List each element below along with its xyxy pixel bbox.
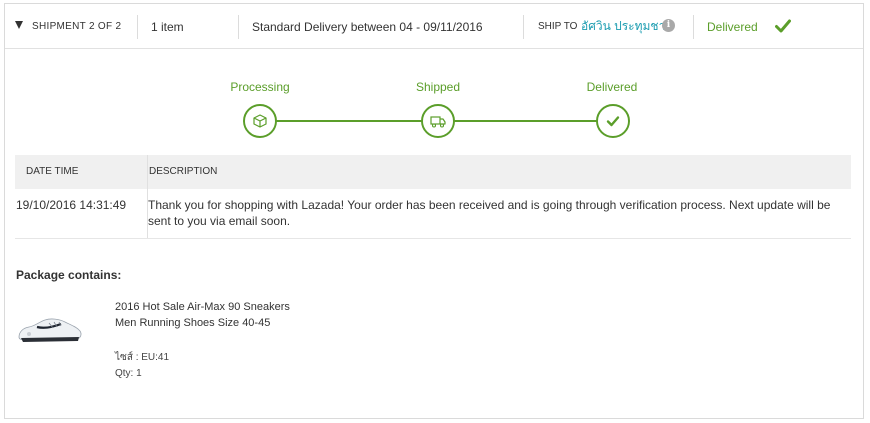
collapse-caret-icon[interactable] xyxy=(15,21,23,29)
column-header-datetime: DATE TIME xyxy=(26,166,79,177)
box-icon xyxy=(253,114,267,128)
row-divider xyxy=(15,238,851,239)
shipment-title: SHIPMENT 2 OF 2 xyxy=(32,21,122,32)
delivery-window: Standard Delivery between 04 - 09/11/201… xyxy=(252,19,483,34)
step-node-processing xyxy=(243,104,277,138)
step-label-shipped: Shipped xyxy=(415,80,461,94)
product-name[interactable]: 2016 Hot Sale Air-Max 90 Sneakers Men Ru… xyxy=(115,299,295,331)
progress-line xyxy=(275,120,423,122)
column-divider xyxy=(147,155,148,189)
progress-line xyxy=(454,120,598,122)
divider xyxy=(523,15,524,39)
ship-to-name[interactable]: อัศวิน ประทุมชา xyxy=(581,4,665,49)
item-count: 1 item xyxy=(151,19,184,34)
package-title: Package contains: xyxy=(16,268,122,282)
info-icon[interactable]: i xyxy=(662,19,675,32)
check-icon xyxy=(606,116,620,127)
step-node-shipped xyxy=(421,104,455,138)
history-table-header: DATE TIME DESCRIPTION xyxy=(15,155,851,189)
product-size: ไซส์ : EU:41 xyxy=(115,352,170,363)
history-datetime: 19/10/2016 14:31:49 xyxy=(16,198,127,212)
step-label-processing: Processing xyxy=(230,80,290,94)
product-qty: Qty: 1 xyxy=(115,368,142,379)
history-description: Thank you for shopping with Lazada! Your… xyxy=(148,198,831,228)
divider xyxy=(238,15,239,39)
check-icon xyxy=(775,19,791,33)
step-node-delivered xyxy=(596,104,630,138)
divider xyxy=(137,15,138,39)
step-label-delivered: Delivered xyxy=(586,80,638,94)
shipment-panel: SHIPMENT 2 OF 2 1 item Standard Delivery… xyxy=(4,3,864,419)
ship-to-label: SHIP TO xyxy=(538,21,578,32)
truck-icon xyxy=(430,116,446,128)
divider xyxy=(693,15,694,39)
product-image[interactable] xyxy=(15,315,85,345)
shipment-status: Delivered xyxy=(707,19,758,34)
shipment-header: SHIPMENT 2 OF 2 1 item Standard Delivery… xyxy=(5,4,863,49)
column-header-description: DESCRIPTION xyxy=(149,166,218,177)
